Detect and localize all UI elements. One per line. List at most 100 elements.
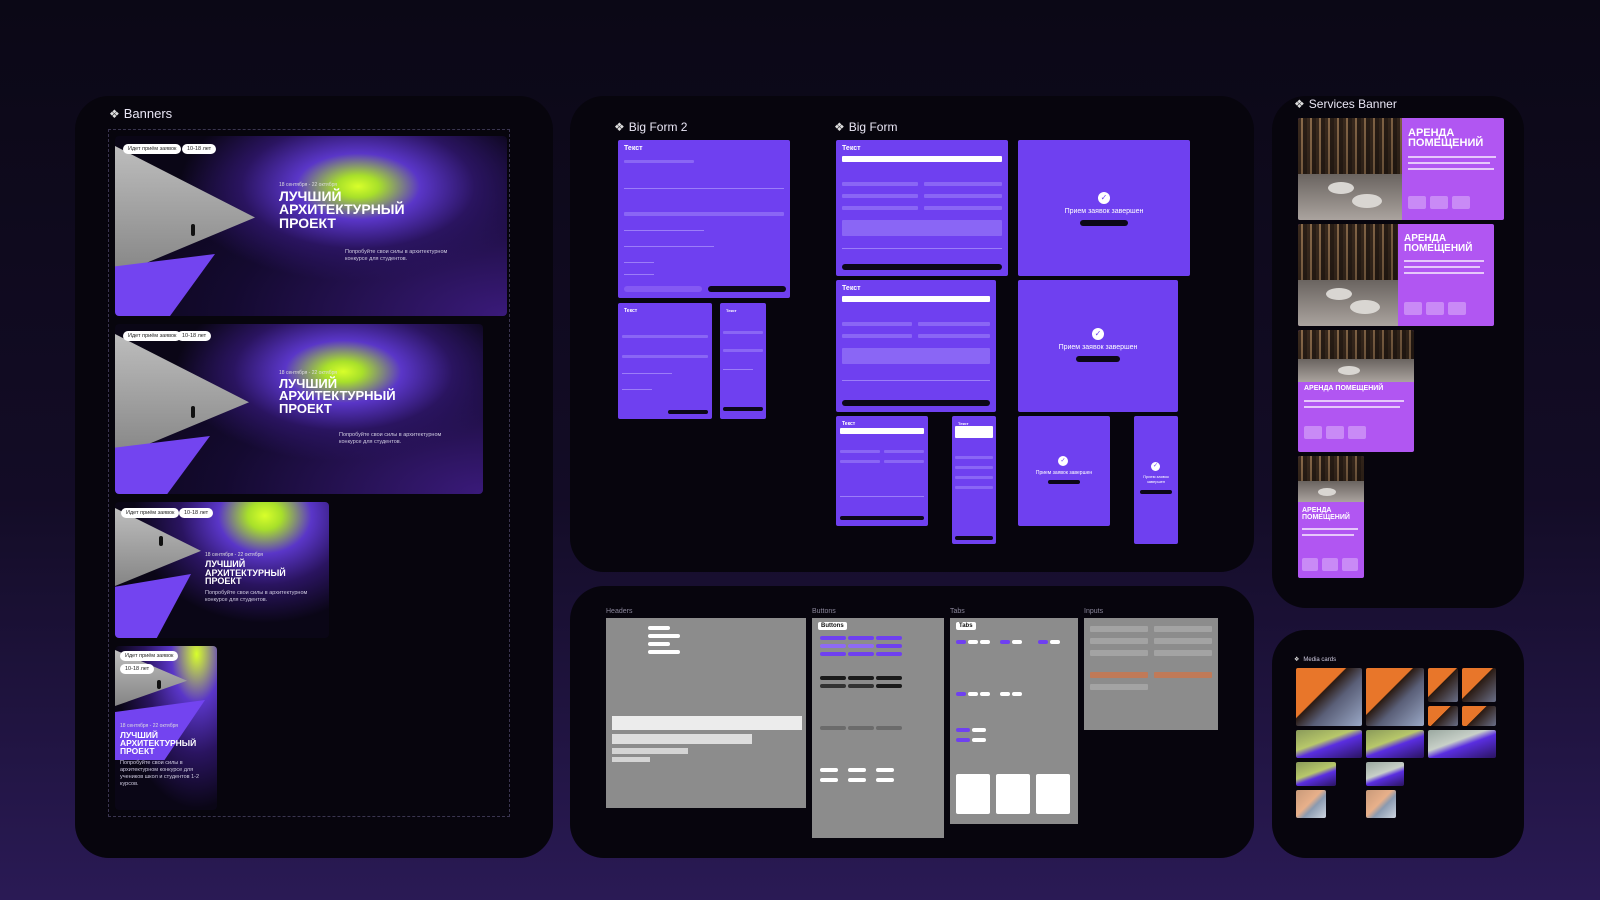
form-field[interactable] xyxy=(622,335,708,338)
form-field[interactable] xyxy=(842,334,912,338)
media-card[interactable] xyxy=(1296,730,1362,758)
media-card[interactable] xyxy=(1428,730,1496,758)
form-submit-button[interactable] xyxy=(708,286,786,292)
banner-large[interactable]: Идет приём заявок 10-18 лет 18 сентября … xyxy=(115,136,507,316)
form-field[interactable] xyxy=(624,274,654,275)
media-card[interactable] xyxy=(1462,706,1496,726)
kit-button-gray[interactable] xyxy=(820,726,846,730)
kit-tab[interactable] xyxy=(980,640,990,644)
kit-button-dark[interactable] xyxy=(876,684,902,688)
form-field[interactable] xyxy=(955,466,993,469)
form-field[interactable] xyxy=(622,373,672,374)
kit-tab[interactable] xyxy=(956,640,966,644)
big-form-small[interactable]: Текст xyxy=(836,416,928,526)
form-field[interactable] xyxy=(842,380,990,381)
form-field[interactable] xyxy=(924,182,1002,186)
kit-tab[interactable] xyxy=(968,640,978,644)
media-card[interactable] xyxy=(1428,668,1458,702)
kit-tab[interactable] xyxy=(956,738,970,742)
kit-tab[interactable] xyxy=(1000,640,1010,644)
kit-tab[interactable] xyxy=(956,728,970,732)
kit-input[interactable] xyxy=(1090,684,1148,690)
form-field[interactable] xyxy=(840,460,880,463)
kit-button-outline[interactable] xyxy=(848,768,866,772)
inputs-frame-title[interactable]: Inputs xyxy=(1084,608,1103,615)
big-form-2-desktop[interactable]: Текст xyxy=(618,140,790,298)
kit-button-outline[interactable] xyxy=(876,778,894,782)
form-field[interactable] xyxy=(624,188,784,189)
kit-tab[interactable] xyxy=(956,692,966,696)
kit-button-gray[interactable] xyxy=(876,726,902,730)
form-submit-button[interactable] xyxy=(842,400,990,406)
form-field[interactable] xyxy=(842,194,918,198)
form-secondary-button[interactable] xyxy=(624,286,702,292)
form-submit-button[interactable] xyxy=(723,407,763,411)
buttons-frame-title[interactable]: Buttons xyxy=(812,608,836,615)
kit-tab[interactable] xyxy=(1050,640,1060,644)
kit-button-gray[interactable] xyxy=(848,726,874,730)
kit-input[interactable] xyxy=(1154,638,1212,644)
kit-button-primary[interactable] xyxy=(876,652,902,656)
media-card[interactable] xyxy=(1428,706,1458,726)
done-button[interactable] xyxy=(1140,490,1172,494)
services-card-mobile[interactable]: АРЕНДА ПОМЕЩЕНИЙ xyxy=(1298,456,1364,578)
form-submit-button[interactable] xyxy=(842,264,1002,270)
kit-button-primary[interactable] xyxy=(848,644,874,648)
kit-button-primary[interactable] xyxy=(820,652,846,656)
kit-button-dark[interactable] xyxy=(848,676,874,680)
kit-button-outline[interactable] xyxy=(820,768,838,772)
big-form-2-frame-title[interactable]: ❖ Big Form 2 xyxy=(614,120,687,134)
form-field[interactable] xyxy=(955,476,993,479)
kit-button-dark[interactable] xyxy=(820,684,846,688)
form-field[interactable] xyxy=(723,369,753,370)
kit-calendar[interactable] xyxy=(996,774,1030,814)
kit-tab[interactable] xyxy=(980,692,990,696)
form-field[interactable] xyxy=(723,331,763,334)
done-button[interactable] xyxy=(1048,480,1080,484)
kit-tab[interactable] xyxy=(968,692,978,696)
media-cards-frame-title[interactable]: ❖ Media cards xyxy=(1294,657,1336,663)
kit-input[interactable] xyxy=(1090,626,1148,632)
banners-frame-title[interactable]: ❖ Banners xyxy=(109,106,172,121)
form-field[interactable] xyxy=(624,230,704,231)
kit-tab[interactable] xyxy=(972,738,986,742)
services-card-small[interactable]: АРЕНДА ПОМЕЩЕНИЙ xyxy=(1298,330,1414,452)
banner-medium[interactable]: Идет приём заявок 10-18 лет 18 сентября … xyxy=(115,324,483,494)
kit-tab[interactable] xyxy=(1000,692,1010,696)
media-card[interactable] xyxy=(1296,668,1362,726)
form-field[interactable] xyxy=(924,206,1002,210)
kit-calendar[interactable] xyxy=(956,774,990,814)
form-field[interactable] xyxy=(884,450,924,453)
form-field[interactable] xyxy=(842,322,912,326)
big-form-frame-title[interactable]: ❖ Big Form xyxy=(834,120,897,134)
form-field[interactable] xyxy=(924,194,1002,198)
kit-button-dark[interactable] xyxy=(820,676,846,680)
form-field[interactable] xyxy=(918,322,990,326)
form-field[interactable] xyxy=(624,262,654,263)
form-submit-button[interactable] xyxy=(840,516,924,520)
banner-mobile[interactable]: Идет приём заявок 10-18 лет 18 сентября … xyxy=(115,646,217,810)
kit-button-dark[interactable] xyxy=(848,684,874,688)
big-form-desktop[interactable]: Текст xyxy=(836,140,1008,276)
headers-frame-title[interactable]: Headers xyxy=(606,608,632,615)
kit-button-dark[interactable] xyxy=(876,676,902,680)
kit-calendar[interactable] xyxy=(1036,774,1070,814)
kit-input-error[interactable] xyxy=(1154,672,1212,678)
services-card-medium[interactable]: АРЕНДА ПОМЕЩЕНИЙ xyxy=(1298,224,1494,326)
media-card[interactable] xyxy=(1366,790,1396,818)
kit-button-primary[interactable] xyxy=(876,636,902,640)
form-field[interactable] xyxy=(842,248,1002,249)
kit-button-primary[interactable] xyxy=(848,652,874,656)
form-field[interactable] xyxy=(622,355,708,358)
form-field[interactable] xyxy=(955,456,993,459)
media-card[interactable] xyxy=(1296,762,1336,786)
media-card[interactable] xyxy=(1296,790,1326,818)
tabs-frame-title[interactable]: Tabs xyxy=(950,608,965,615)
big-form-2-mobile[interactable]: Текст xyxy=(720,303,766,419)
done-button[interactable] xyxy=(1076,356,1120,362)
services-banner-frame-title[interactable]: ❖ Services Banner xyxy=(1294,97,1397,111)
banner-small[interactable]: Идет приём заявок 10-18 лет 18 сентября … xyxy=(115,502,329,638)
kit-tab[interactable] xyxy=(1012,640,1022,644)
kit-button-primary[interactable] xyxy=(876,644,902,648)
form-field[interactable] xyxy=(840,450,880,453)
